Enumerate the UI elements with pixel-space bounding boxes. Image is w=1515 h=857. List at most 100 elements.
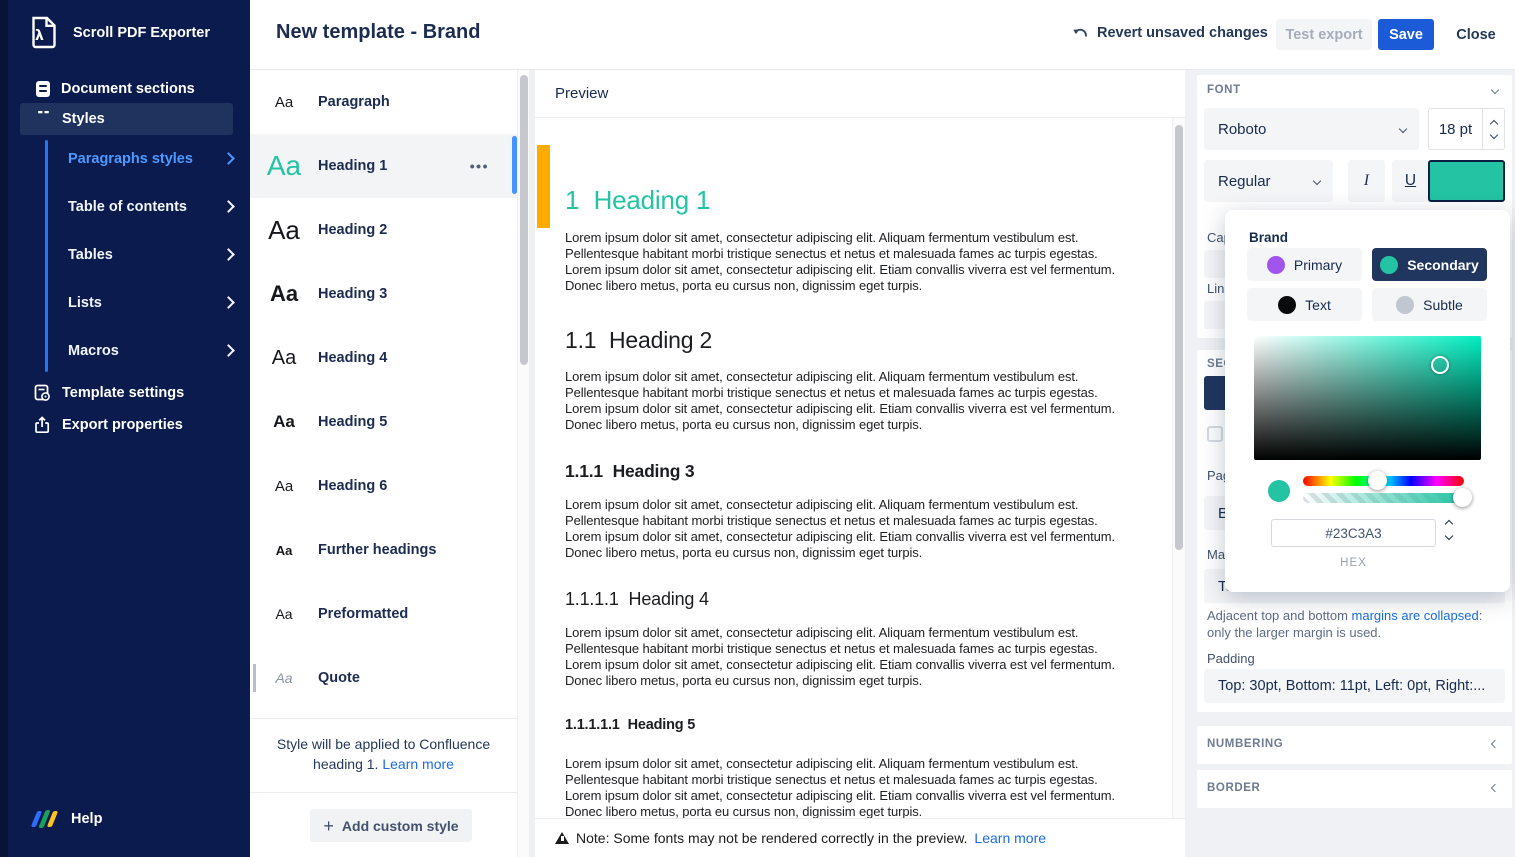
style-row-quote[interactable]: Aa Quote (250, 646, 517, 710)
style-row-heading-3[interactable]: Aa Heading 3 (250, 262, 517, 326)
lorem-line: Donec libero metus, porta eu cursus non,… (565, 417, 1115, 433)
chevron-down-icon (1313, 177, 1321, 185)
style-list-scrollbar-thumb[interactable] (520, 75, 528, 365)
style-row-heading-5[interactable]: Aa Heading 5 (250, 390, 517, 454)
preview-scrollbar-thumb[interactable] (1175, 125, 1183, 550)
numbering-section-card[interactable]: NUMBERING (1197, 726, 1512, 764)
lorem-line: Lorem ipsum dolor sit amet, consectetur … (565, 625, 1115, 641)
font-weight-select[interactable]: Regular (1204, 160, 1333, 202)
revert-label: Revert unsaved changes (1097, 25, 1268, 41)
template-settings-icon (34, 384, 51, 402)
sidebar-item-lists[interactable]: Lists (68, 294, 233, 311)
learn-more-link[interactable]: Learn more (974, 830, 1046, 846)
style-row-preformatted[interactable]: Aa Preformatted (250, 582, 517, 646)
style-row-heading-6[interactable]: Aa Heading 6 (250, 454, 517, 518)
style-row-further-headings[interactable]: Aa Further headings (250, 518, 517, 582)
lorem-line: Pellentesque habitant morbi tristique se… (565, 641, 1115, 657)
color-cursor[interactable] (1431, 356, 1449, 374)
revert-unsaved-changes-button[interactable]: Revert unsaved changes (1072, 25, 1268, 41)
lorem-paragraph: Lorem ipsum dolor sit amet, consectetur … (565, 497, 1115, 561)
test-export-button[interactable]: Test export (1276, 19, 1372, 50)
lorem-paragraph: Lorem ipsum dolor sit amet, consectetur … (565, 230, 1115, 294)
document-sections-icon (36, 81, 50, 97)
style-row-paragraph[interactable]: Aa Paragraph (250, 70, 517, 134)
sidebar: λ Scroll PDF Exporter Document sections … (0, 0, 250, 857)
sidebar-item-macros[interactable]: Macros (68, 342, 233, 359)
brand-color-primary[interactable]: Primary (1247, 248, 1362, 281)
border-section-card[interactable]: BORDER (1197, 770, 1512, 808)
sidebar-item-tables[interactable]: Tables (68, 246, 233, 263)
brand-color-secondary[interactable]: Secondary (1372, 248, 1487, 281)
font-size-stepper[interactable]: 18 pt (1428, 108, 1505, 150)
italic-button[interactable]: I (1348, 160, 1385, 202)
style-label: Preformatted (318, 582, 408, 646)
underline-button[interactable]: U (1392, 160, 1429, 202)
nav-label: Export properties (62, 417, 183, 433)
sidebar-item-template-settings[interactable]: Template settings (20, 377, 233, 409)
style-apply-note: Style will be applied to Confluence head… (250, 734, 517, 774)
chevron-down-icon[interactable] (1491, 86, 1499, 94)
style-label: Further headings (318, 518, 436, 582)
nav-label: Lists (68, 295, 102, 311)
heading-number: 1.1.1 (565, 461, 603, 481)
margins-collapsed-link[interactable]: margins are collapsed (1352, 608, 1479, 623)
sidebar-item-table-of-contents[interactable]: Table of contents (68, 198, 233, 215)
heading-text: Heading 4 (629, 589, 709, 609)
lorem-paragraph: Lorem ipsum dolor sit amet, consectetur … (565, 369, 1115, 433)
chip-label: Primary (1294, 257, 1342, 273)
preview-title: Preview (555, 85, 608, 102)
stepper-arrows[interactable] (1482, 109, 1504, 149)
font-family-select[interactable]: Roboto (1204, 108, 1419, 150)
font-color-swatch-button[interactable] (1428, 160, 1505, 202)
style-sample: Aa (250, 134, 318, 198)
note-text: heading 1. (313, 756, 382, 772)
brand-color-subtle[interactable]: Subtle (1372, 288, 1487, 321)
lorem-line: Lorem ipsum dolor sit amet, consectetur … (565, 401, 1115, 417)
chip-label: Secondary (1407, 257, 1479, 273)
nav-label: Styles (62, 111, 105, 127)
note-text: Style will be applied to Confluence (277, 736, 490, 752)
font-weight-value: Regular (1218, 173, 1271, 190)
style-sample: Aa (250, 70, 318, 134)
style-label: Heading 1 (318, 134, 387, 198)
saturation-gradient-area[interactable] (1254, 336, 1481, 460)
page-title: New template - Brand (276, 21, 480, 44)
preview-pane: Preview 1Heading 1 Lorem ipsum dolor sit… (535, 70, 1185, 857)
svg-text:λ: λ (35, 28, 44, 44)
secondary-color-dot (1380, 256, 1398, 274)
alpha-slider[interactable] (1303, 493, 1464, 503)
hex-input[interactable] (1271, 519, 1436, 547)
sidebar-item-export-properties[interactable]: Export properties (20, 409, 233, 441)
lorem-line: Lorem ipsum dolor sit amet, consectetur … (565, 756, 1115, 772)
style-label: Heading 5 (318, 390, 387, 454)
lorem-line: Lorem ipsum dolor sit amet, consectetur … (565, 497, 1115, 513)
sidebar-item-paragraphs-styles[interactable]: Paragraphs styles (68, 150, 233, 167)
hex-stepper[interactable] (1446, 521, 1452, 539)
brand-color-text[interactable]: Text (1247, 288, 1362, 321)
style-sample: Aa (250, 390, 318, 454)
style-row-heading-2[interactable]: Aa Heading 2 (250, 198, 517, 262)
sidebar-item-styles[interactable]: “ Styles (20, 103, 233, 135)
style-row-heading-1[interactable]: Aa Heading 1 ••• (250, 134, 517, 198)
add-custom-style-button[interactable]: + Add custom style (310, 809, 472, 842)
section-checkbox[interactable] (1207, 426, 1223, 442)
font-family-value: Roboto (1218, 121, 1266, 138)
nav-label: Table of contents (68, 199, 187, 215)
preview-font-note: Note: Some fonts may not be rendered cor… (535, 818, 1185, 857)
save-button[interactable]: Save (1378, 19, 1434, 50)
help-button[interactable]: Help (33, 808, 102, 830)
style-row-heading-4[interactable]: Aa Heading 4 (250, 326, 517, 390)
close-button[interactable]: Close (1446, 19, 1506, 50)
heading-number: 1 (565, 185, 579, 215)
sidebar-item-document-sections[interactable]: Document sections (20, 73, 233, 105)
learn-more-link[interactable]: Learn more (382, 756, 454, 772)
padding-field[interactable]: Top: 30pt, Bottom: 11pt, Left: 0pt, Righ… (1204, 669, 1505, 703)
app-brand: λ Scroll PDF Exporter (30, 16, 210, 49)
alpha-slider-handle[interactable] (1453, 488, 1472, 507)
hue-slider-handle[interactable] (1368, 471, 1387, 490)
more-options-icon[interactable]: ••• (470, 134, 489, 198)
lorem-line: Pellentesque habitant morbi tristique se… (565, 513, 1115, 529)
lorem-line: Lorem ipsum dolor sit amet, consectetur … (565, 369, 1115, 385)
nav-label: Macros (68, 343, 119, 359)
lorem-line: Lorem ipsum dolor sit amet, consectetur … (565, 529, 1115, 545)
